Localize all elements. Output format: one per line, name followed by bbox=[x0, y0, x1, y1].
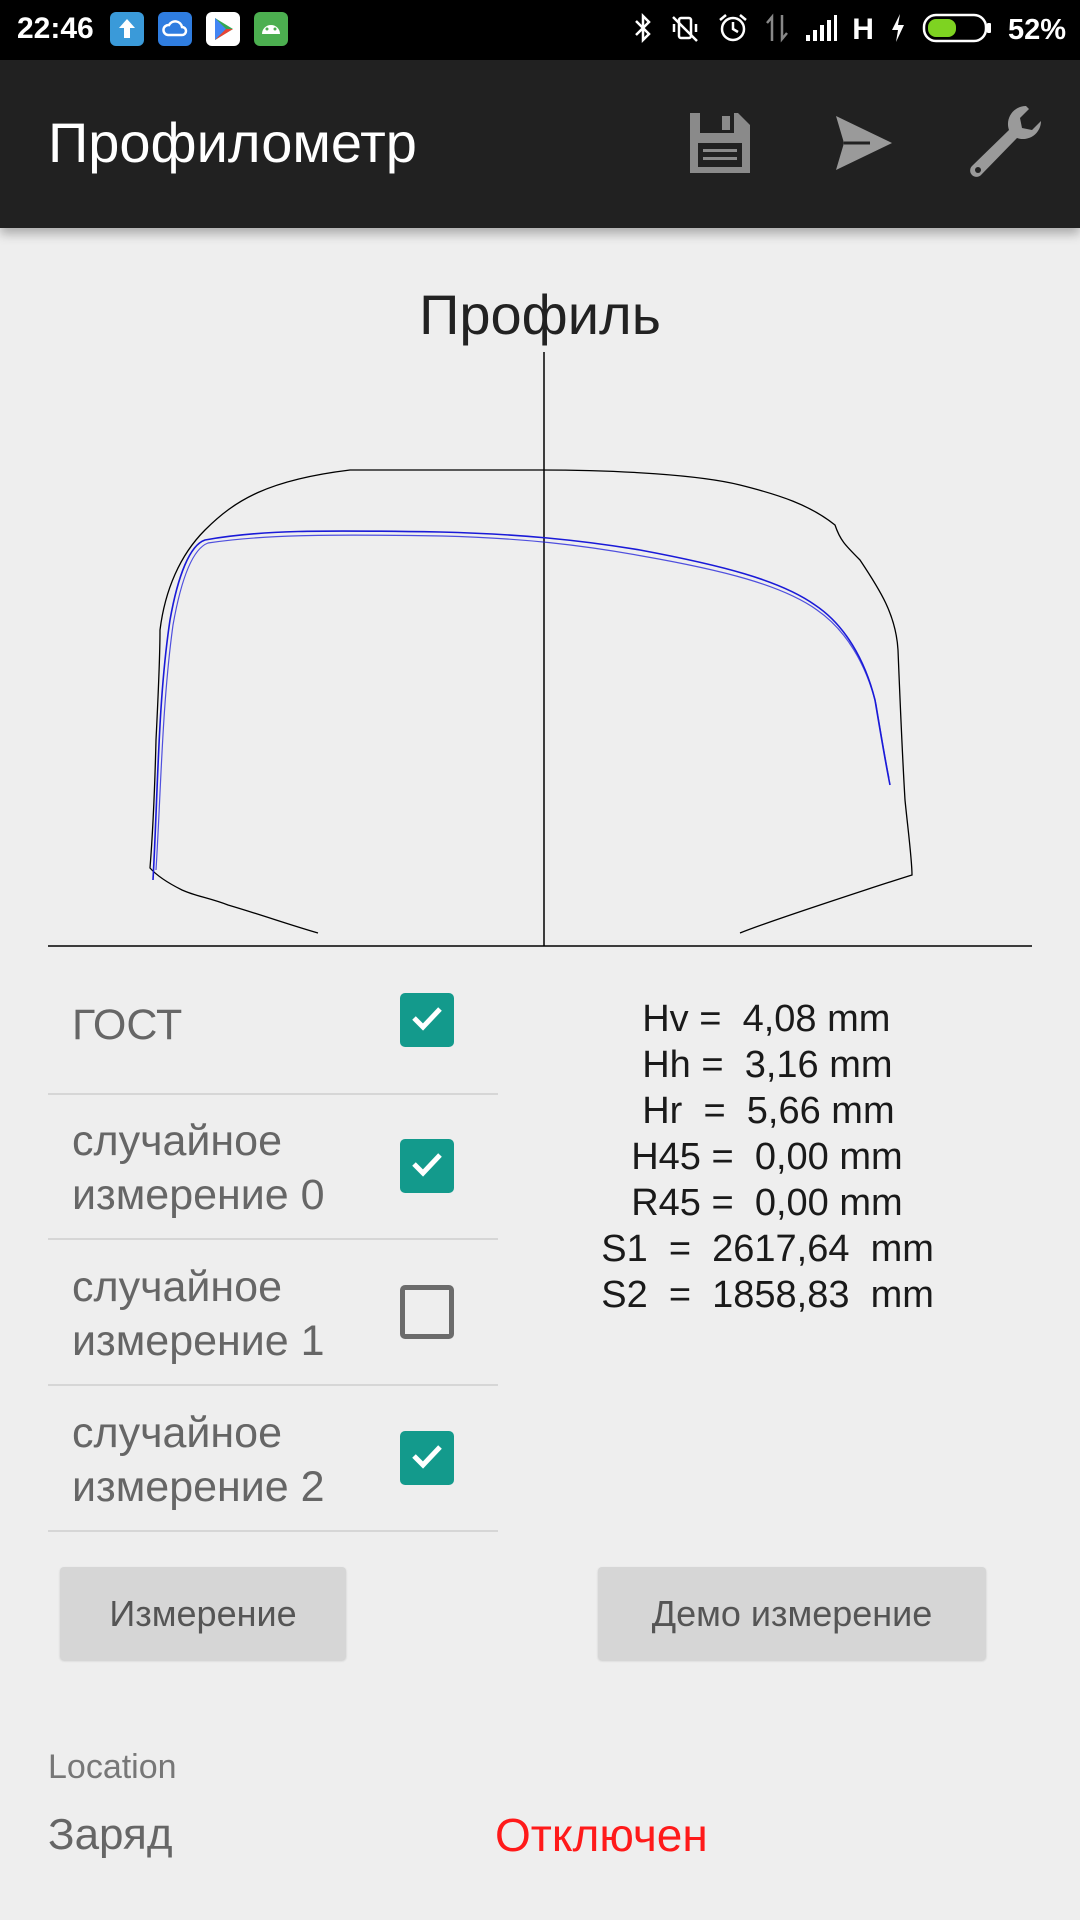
measurement-label: случайное измерение 2 bbox=[72, 1409, 325, 1511]
send-button[interactable] bbox=[818, 100, 908, 190]
measurement-checkbox[interactable] bbox=[400, 1139, 454, 1193]
metric-value: 1858,83 bbox=[712, 1274, 850, 1316]
checkmark-icon bbox=[407, 998, 447, 1043]
android-icon bbox=[254, 12, 288, 46]
charge-status: Отключен bbox=[495, 1809, 708, 1861]
bluetooth-icon bbox=[632, 11, 654, 50]
alarm-icon bbox=[716, 11, 750, 50]
measurement-item-gost[interactable]: ГОСТ bbox=[48, 968, 498, 1095]
metric-name: S2 bbox=[601, 1274, 648, 1316]
metric-unit: mm bbox=[870, 1274, 934, 1316]
wrench-icon bbox=[964, 100, 1050, 191]
charge-label: Заряд bbox=[48, 1810, 173, 1859]
play-store-icon bbox=[206, 12, 240, 46]
location-label: Location bbox=[48, 1748, 177, 1786]
measurement-item-1[interactable]: случайное измерение 1 bbox=[48, 1240, 498, 1386]
charging-icon bbox=[888, 11, 908, 50]
system-tray: H 52% bbox=[632, 10, 1066, 50]
metric-row: S2 = 1858,83 mm bbox=[601, 1274, 934, 1316]
profile-chart bbox=[48, 352, 1032, 947]
chart-title: Профиль bbox=[419, 283, 661, 346]
status-bar: 22:46 H 52% bbox=[0, 0, 1080, 60]
checkmark-icon bbox=[407, 1144, 447, 1189]
signal-icon bbox=[804, 11, 838, 50]
upload-icon bbox=[110, 12, 144, 46]
measurement-label: ГОСТ bbox=[72, 1001, 183, 1049]
cloud-icon bbox=[158, 12, 192, 46]
app-title: Профилометр bbox=[48, 111, 417, 174]
battery-percent: 52% bbox=[1007, 13, 1066, 46]
measurement-label: случайное измерение 1 bbox=[72, 1263, 325, 1365]
status-time: 22:46 bbox=[17, 12, 94, 45]
data-icon bbox=[764, 11, 790, 50]
settings-button[interactable] bbox=[962, 100, 1052, 190]
save-button[interactable] bbox=[675, 100, 765, 190]
measurement-label: случайное измерение 0 bbox=[72, 1117, 325, 1219]
measure-button[interactable]: Измерение bbox=[60, 1567, 346, 1660]
gost-template-profile bbox=[149, 469, 913, 934]
measurement-item-0[interactable]: случайное измерение 0 bbox=[48, 1094, 498, 1240]
app-toolbar: Профилометр bbox=[0, 60, 1080, 228]
demo-measure-button[interactable]: Демо измерение bbox=[598, 1567, 986, 1660]
mute-icon bbox=[668, 11, 702, 50]
save-icon bbox=[684, 107, 756, 184]
checkmark-icon bbox=[407, 1436, 447, 1481]
battery-icon bbox=[922, 12, 994, 49]
measurement-item-2[interactable]: случайное измерение 2 bbox=[48, 1386, 498, 1532]
measurement-checkbox[interactable] bbox=[400, 993, 454, 1047]
measurement-checkbox[interactable] bbox=[400, 1285, 454, 1339]
measured-profile bbox=[152, 530, 891, 881]
network-type: H bbox=[852, 13, 874, 46]
measurement-checkbox[interactable] bbox=[400, 1431, 454, 1485]
send-icon bbox=[832, 112, 894, 179]
